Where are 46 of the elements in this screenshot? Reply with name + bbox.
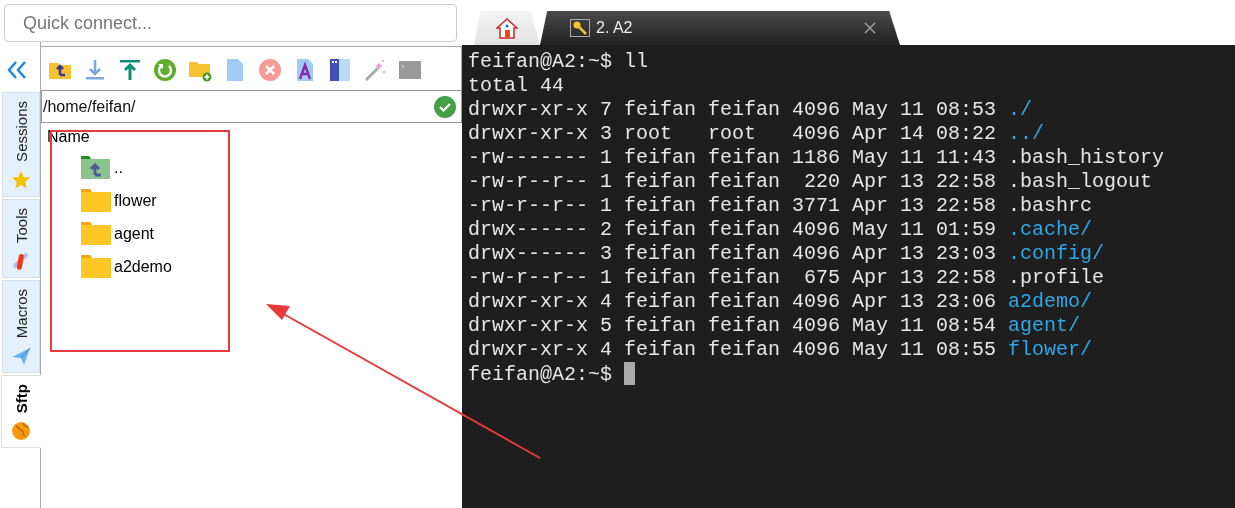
parent-folder-icon — [80, 155, 112, 180]
tools-icon — [11, 250, 31, 271]
paper-plane-icon — [11, 346, 31, 367]
file-item[interactable]: flower — [114, 191, 157, 210]
key-icon — [571, 20, 589, 36]
magic-wand-icon[interactable] — [363, 58, 387, 82]
download-icon[interactable] — [83, 58, 107, 82]
folder-icon — [80, 221, 112, 246]
terminal-line: total 44 — [468, 74, 564, 98]
split-panel-icon[interactable] — [328, 58, 352, 82]
terminal-line: feifan@A2:~$ ll — [468, 50, 649, 74]
session-tab[interactable]: 2. A2 — [540, 11, 900, 45]
home-tab[interactable] — [474, 11, 540, 45]
side-tab[interactable]: Macros — [2, 279, 40, 374]
side-tab[interactable]: Sessions — [2, 92, 40, 197]
upload-icon[interactable] — [118, 58, 142, 82]
file-item[interactable]: agent — [114, 224, 155, 243]
terminal-line: drwxr-xr-x 4 feifan feifan 4096 May 11 08:55 flower/ — [468, 338, 1093, 362]
globe-icon — [11, 421, 31, 442]
file-item[interactable]: .. — [114, 158, 123, 177]
terminal-line: -rw-r--r-- 1 feifan feifan 220 Apr 13 22:58 .bash_logout — [468, 170, 1153, 194]
house-icon — [496, 17, 518, 39]
terminal-line: -rw-r--r-- 1 feifan feifan 3771 Apr 13 22:58 .bashrc — [468, 194, 1093, 218]
check-icon[interactable] — [434, 95, 456, 118]
refresh-icon[interactable] — [153, 58, 177, 82]
terminal-line: drwxr-xr-x 7 feifan feifan 4096 May 11 08:53 ./ — [468, 98, 1033, 122]
terminal-line: drwxr-xr-x 3 root root 4096 Apr 14 08:22 ../ — [468, 122, 1045, 146]
terminal-line: drwxr-xr-x 4 feifan feifan 4096 Apr 13 23:06 a2demo/ — [468, 290, 1093, 314]
terminal-line: -rw-r--r-- 1 feifan feifan 675 Apr 13 22:58 .profile — [468, 266, 1105, 290]
terminal-line: drwxr-xr-x 5 feifan feifan 4096 May 11 08:54 agent/ — [468, 314, 1081, 338]
terminal-line: feifan@A2:~$ — [468, 362, 636, 387]
delete-icon[interactable] — [258, 58, 282, 82]
file-item[interactable]: a2demo — [114, 257, 172, 276]
side-tab[interactable]: Sftp — [1, 375, 41, 449]
path-field[interactable]: /home/feifan/ — [43, 97, 136, 116]
terminal-line: -rw------- 1 feifan feifan 1186 May 11 11:43 .bash_history — [468, 146, 1165, 170]
quick-connect-field[interactable]: Quick connect... — [4, 4, 457, 42]
collapse-icon[interactable] — [6, 60, 28, 80]
folder-icon — [80, 254, 112, 279]
star-icon — [11, 169, 31, 190]
close-icon[interactable] — [864, 22, 876, 34]
terminal-line: drwx------ 2 feifan feifan 4096 May 11 01:59 .cache/ — [468, 218, 1093, 242]
side-tab[interactable]: Tools — [2, 198, 40, 278]
terminal-line: drwx------ 3 feifan feifan 4096 Apr 13 23:03 .config/ — [468, 242, 1105, 266]
terminal-icon[interactable] — [398, 58, 422, 82]
folder-icon — [80, 188, 112, 213]
